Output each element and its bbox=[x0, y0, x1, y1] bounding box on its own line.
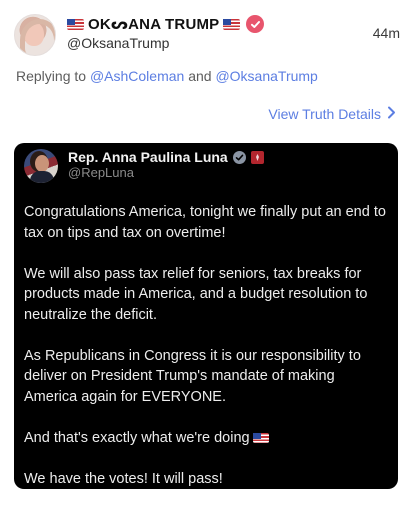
quoted-post-body: Congratulations America, tonight we fina… bbox=[24, 202, 386, 510]
display-name[interactable]: OKᔕANA TRUMP bbox=[88, 15, 219, 33]
reply-user-link[interactable]: @OksanaTrump bbox=[215, 68, 317, 84]
view-details-label[interactable]: View Truth Details bbox=[268, 106, 381, 122]
post-header: OKᔕANA TRUMP @OksanaTrump 44m bbox=[12, 12, 400, 56]
view-truth-details-link[interactable]: View Truth Details bbox=[268, 106, 396, 122]
quoted-handle[interactable]: @RepLuna bbox=[68, 165, 134, 180]
post-paragraph-with-flag: And that's exactly what we're doing bbox=[24, 428, 386, 449]
timestamp: 44m bbox=[372, 25, 400, 41]
us-flag-icon bbox=[67, 18, 84, 30]
user-handle[interactable]: @OksanaTrump bbox=[67, 35, 169, 51]
replying-and: and bbox=[188, 68, 212, 84]
post-paragraph: And that's exactly what we're doing bbox=[24, 429, 250, 446]
reply-user-link[interactable]: @AshColeman bbox=[90, 68, 184, 84]
post-paragraph: We have the votes! It will pass! bbox=[24, 470, 223, 487]
display-name-row[interactable]: OKᔕANA TRUMP bbox=[67, 15, 265, 33]
post-paragraph: We will also pass tax relief for seniors… bbox=[24, 265, 368, 323]
verified-badge-icon bbox=[246, 15, 265, 33]
post-paragraph: As Republicans in Congress it is our res… bbox=[24, 347, 361, 405]
quoted-avatar[interactable] bbox=[24, 149, 58, 183]
post-paragraph: Congratulations America, tonight we fina… bbox=[24, 204, 386, 241]
us-flag-icon bbox=[223, 18, 241, 30]
quoted-display-name[interactable]: Rep. Anna Paulina Luna bbox=[68, 149, 228, 165]
chevron-right-icon bbox=[387, 106, 396, 122]
replying-to: Replying to @AshColeman and @OksanaTrump bbox=[16, 68, 318, 84]
government-badge-icon bbox=[250, 150, 264, 164]
us-flag-icon bbox=[252, 432, 269, 443]
replying-prefix: Replying to bbox=[16, 68, 87, 84]
quoted-name-row[interactable]: Rep. Anna Paulina Luna bbox=[68, 149, 264, 165]
quoted-post-card[interactable]: Rep. Anna Paulina Luna @RepLuna Congratu… bbox=[14, 143, 398, 489]
avatar[interactable] bbox=[14, 14, 56, 56]
verified-badge-icon bbox=[232, 150, 246, 164]
